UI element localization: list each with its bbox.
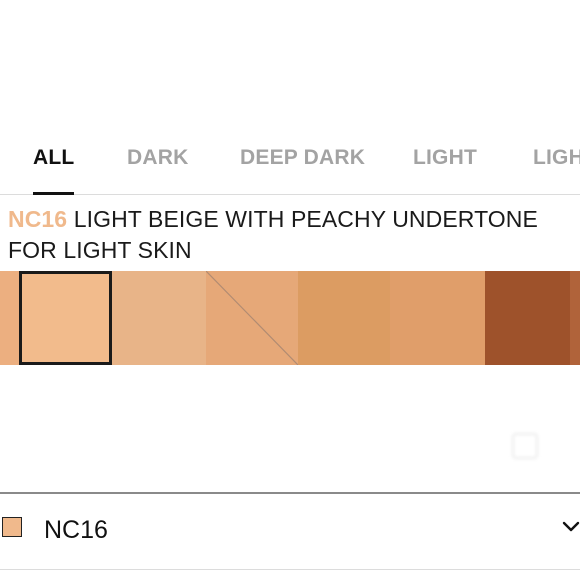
chevron-down-icon[interactable] [562, 520, 580, 534]
swatch-row: ‹ [0, 271, 580, 365]
shade-description-line1: LIGHT BEIGE WITH PEACHY UNDERTONE [73, 206, 538, 232]
faded-box-icon [512, 433, 538, 459]
shade-tabs: ALL DARK DEEP DARK LIGHT LIGH [0, 138, 580, 195]
tab-deep-dark[interactable]: DEEP DARK [240, 146, 365, 170]
selected-shade-chip [2, 517, 22, 537]
swatch[interactable] [112, 271, 206, 365]
swatch[interactable] [485, 271, 570, 365]
shade-description-line2: FOR LIGHT SKIN [8, 237, 192, 263]
shade-title: NC16 LIGHT BEIGE WITH PEACHY UNDERTONE F… [8, 204, 578, 266]
tab-light[interactable]: LIGHT [413, 146, 477, 170]
shade-picker-page: ALL DARK DEEP DARK LIGHT LIGH NC16 LIGHT… [0, 0, 580, 580]
faded-background-text [0, 395, 580, 475]
active-tab-indicator [33, 192, 74, 195]
selected-shade-label: NC16 [44, 516, 108, 544]
tab-light-more[interactable]: LIGH [533, 146, 580, 170]
tab-all[interactable]: ALL [33, 146, 74, 170]
swatch[interactable] [298, 271, 390, 365]
swatch-unavailable[interactable] [206, 271, 298, 365]
swatch-partial-right[interactable] [570, 271, 580, 365]
shade-selector-dropdown[interactable]: NC16 [0, 492, 580, 570]
tab-dark[interactable]: DARK [127, 146, 188, 170]
scroll-left-icon[interactable]: ‹ [0, 307, 1, 330]
swatch-selected[interactable] [19, 271, 112, 365]
divider [0, 569, 580, 570]
swatch[interactable] [390, 271, 485, 365]
swatch-partial-left[interactable]: ‹ [0, 271, 19, 365]
shade-code: NC16 [8, 206, 68, 232]
unavailable-strike-icon [206, 271, 298, 365]
